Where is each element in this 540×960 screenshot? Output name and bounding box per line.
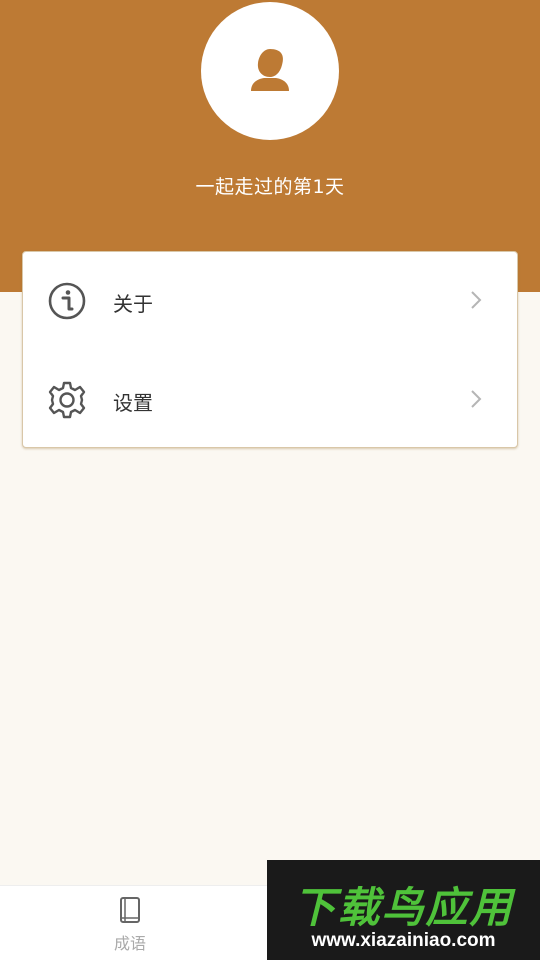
watermark-url: www.xiazainiao.com xyxy=(311,930,496,951)
menu-item-settings[interactable]: 设置 xyxy=(23,351,517,449)
tab-idioms[interactable]: 成语 xyxy=(100,886,160,960)
menu-item-settings-label: 设置 xyxy=(113,391,153,415)
profile-page: 一起走过的第1天 关于 设置 成语 下载鸟应用 www.xiazainiao.c… xyxy=(0,0,540,960)
profile-header: 一起走过的第1天 xyxy=(0,0,540,292)
info-icon xyxy=(47,281,87,321)
gear-icon xyxy=(47,380,87,420)
user-avatar-icon xyxy=(251,49,289,91)
book-icon xyxy=(118,896,142,926)
avatar[interactable] xyxy=(201,2,339,140)
tab-idioms-label: 成语 xyxy=(113,934,146,953)
watermark-title: 下载鸟应用 xyxy=(293,883,514,932)
chevron-right-icon xyxy=(467,288,485,312)
menu-item-about[interactable]: 关于 xyxy=(23,252,517,350)
menu-item-about-label: 关于 xyxy=(113,292,153,316)
chevron-right-icon xyxy=(467,387,485,411)
days-together-text: 一起走过的第1天 xyxy=(195,176,345,198)
menu-card: 关于 设置 xyxy=(22,251,518,448)
watermark-banner: 下载鸟应用 www.xiazainiao.com xyxy=(267,860,540,960)
